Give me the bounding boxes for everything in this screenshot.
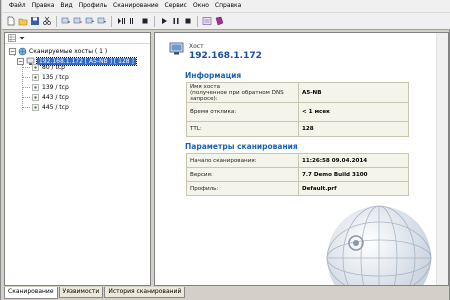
tree-port-label: 135 / tcp <box>42 73 69 81</box>
params-row: Профиль: Default.prf <box>186 181 409 196</box>
tree-port-node[interactable]: 445 / tcp <box>31 102 69 112</box>
params-table: Начало сканирования: 11:26:58 09.04.2014… <box>186 153 409 196</box>
params-value: 7.7 Demo Build 3100 <box>298 167 409 182</box>
tree-connector <box>22 62 23 110</box>
tree-toolbar <box>5 33 150 44</box>
start-icon[interactable] <box>139 16 150 27</box>
params-value: Default.prf <box>298 181 409 196</box>
info-section-title: Информация <box>185 71 242 80</box>
info-key-line: (полученное при обратном DNS запросе): <box>190 89 284 102</box>
menu-scan[interactable]: Сканирование <box>110 0 162 12</box>
app-window: Файл Правка Вид Профиль Сканирование Сер… <box>0 0 450 300</box>
stop-icon[interactable] <box>127 16 138 27</box>
new-icon[interactable] <box>5 16 16 27</box>
tab-scan-history[interactable]: История сканирований <box>104 287 186 298</box>
info-row-response-time: Время отклика: < 1 мсек <box>186 102 409 122</box>
info-key: TTL: <box>186 121 299 137</box>
tree-connector <box>22 67 30 68</box>
tree-port-label: 445 / tcp <box>42 103 69 111</box>
host-up-icon[interactable] <box>84 16 95 27</box>
bottom-tabs: Сканирование Уязвимости История сканиров… <box>4 287 449 299</box>
menu-view[interactable]: Вид <box>57 0 75 12</box>
port-icon <box>32 103 39 111</box>
stop2-icon[interactable] <box>182 16 193 27</box>
info-row-ttl: TTL: 128 <box>186 121 409 137</box>
port-icon <box>32 93 39 101</box>
info-value: 128 <box>298 121 409 137</box>
params-key: Версия: <box>186 167 299 182</box>
pause2-icon[interactable] <box>170 16 181 27</box>
details-scrollbar[interactable] <box>436 33 448 285</box>
hosts-tree-panel: − Сканируемые хосты ( 1 ) − 192.168.1.17… <box>4 32 151 286</box>
menu-help[interactable]: Справка <box>212 0 244 12</box>
params-row: Начало сканирования: 11:26:58 09.04.2014 <box>186 153 409 168</box>
play-icon[interactable] <box>158 16 169 27</box>
host-details-panel: Хост 192.168.1.172 Информация Имя хоста … <box>154 32 449 286</box>
info-key: Имя хоста (полученное при обратном DNS з… <box>186 82 299 103</box>
menu-edit[interactable]: Правка <box>29 0 58 12</box>
menu-profile[interactable]: Профиль <box>76 0 110 12</box>
port-icon <box>32 73 39 81</box>
tree-port-node[interactable]: 139 / tcp <box>31 82 69 92</box>
pause-icon[interactable] <box>115 16 126 27</box>
tree-root-node[interactable]: − Сканируемые хосты ( 1 ) <box>9 46 107 56</box>
host-ip-title: 192.168.1.172 <box>189 51 262 61</box>
save-icon[interactable] <box>29 16 40 27</box>
host-add-icon[interactable] <box>60 16 71 27</box>
menu-file[interactable]: Файл <box>6 0 29 12</box>
host-caption: Хост <box>189 43 204 50</box>
port-icon <box>32 63 39 71</box>
options-icon[interactable] <box>201 16 212 27</box>
host-down-icon[interactable] <box>96 16 107 27</box>
report-icon[interactable] <box>213 16 224 27</box>
tree-root-label: Сканируемые хосты ( 1 ) <box>29 47 108 55</box>
network-icon <box>18 47 27 55</box>
params-value: 11:26:58 09.04.2014 <box>298 153 409 168</box>
params-row: Версия: 7.7 Demo Build 3100 <box>186 167 409 182</box>
globe-watermark-icon <box>326 205 432 285</box>
menu-bar: Файл Правка Вид Профиль Сканирование Сер… <box>2 0 450 13</box>
tab-vulnerabilities[interactable]: Уязвимости <box>58 287 104 298</box>
collapse-icon[interactable]: − <box>9 47 16 55</box>
dropdown-arrow-icon[interactable] <box>18 34 26 42</box>
info-row-hostname: Имя хоста (полученное при обратном DNS з… <box>186 82 409 103</box>
tree-connector <box>22 107 30 108</box>
tree-port-label: 139 / tcp <box>42 83 69 91</box>
toolbar-separator <box>111 15 112 27</box>
tree-connector <box>22 77 30 78</box>
info-key: Время отклика: <box>186 102 299 122</box>
toolbar-separator <box>154 15 155 27</box>
menu-service[interactable]: Сервис <box>162 0 190 12</box>
toolbar-separator <box>197 15 198 27</box>
info-value: < 1 мсек <box>298 102 409 122</box>
tree-connector <box>22 87 30 88</box>
grid-icon[interactable] <box>8 34 16 42</box>
toolbar <box>2 13 450 30</box>
host-remove-icon[interactable] <box>72 16 83 27</box>
info-value: A5-NB <box>298 82 409 103</box>
tree-port-label: 443 / tcp <box>42 93 69 101</box>
open-icon[interactable] <box>17 16 28 27</box>
tab-scanning[interactable]: Сканирование <box>4 287 58 299</box>
collapse-icon[interactable]: − <box>17 57 24 65</box>
tree-port-node[interactable]: 443 / tcp <box>31 92 69 102</box>
tree-connector <box>22 97 30 98</box>
menu-window[interactable]: Окно <box>190 0 212 12</box>
port-icon <box>32 83 39 91</box>
params-section-title: Параметры сканирования <box>185 142 298 151</box>
tree-port-node[interactable]: 135 / tcp <box>31 72 69 82</box>
params-key: Начало сканирования: <box>186 153 299 168</box>
params-key: Профиль: <box>186 181 299 196</box>
host-computer-icon <box>169 42 184 55</box>
cut-icon[interactable] <box>41 16 52 27</box>
toolbar-separator <box>56 15 57 27</box>
tree-port-node[interactable]: 80 / tcp <box>31 62 65 72</box>
info-table: Имя хоста (полученное при обратном DNS з… <box>186 82 409 137</box>
tree-port-label: 80 / tcp <box>42 63 65 71</box>
